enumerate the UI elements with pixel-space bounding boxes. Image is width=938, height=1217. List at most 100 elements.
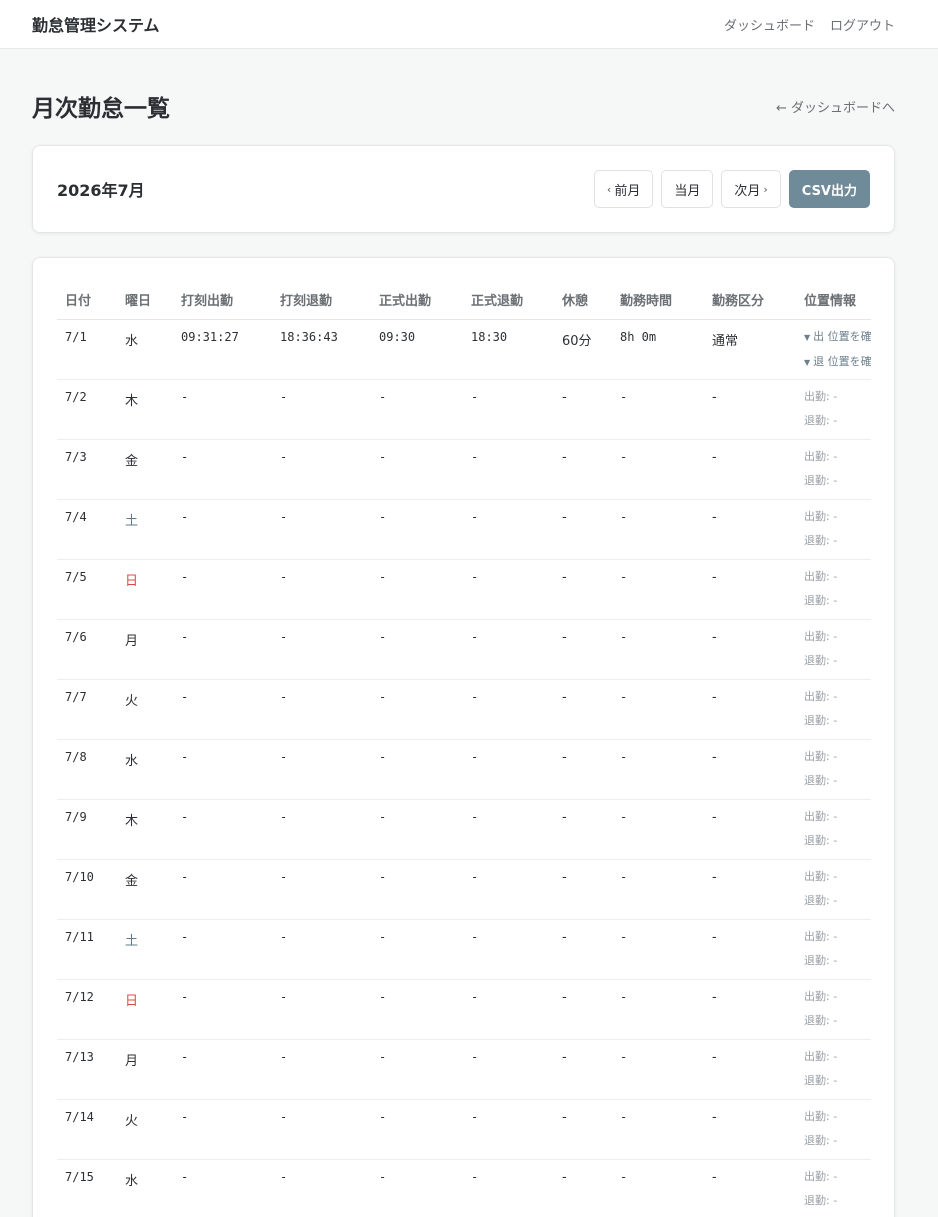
break-cell: - [554,559,612,620]
work-time-cell: 8h 0m [612,319,704,380]
csv-export-button[interactable]: CSV出力 [788,170,870,208]
category-cell: - [704,559,796,620]
official-out-cell: - [463,559,554,620]
official-in-cell: - [371,1159,463,1217]
official-in-cell: - [371,799,463,860]
official-in-cell: 09:30 [371,319,463,380]
break-cell: - [554,1039,612,1100]
location-label: 退勤: - [804,713,838,727]
location-label: 出勤: - [804,629,838,643]
category-cell: - [704,439,796,500]
location-cell: 出勤: - 退勤: - [796,499,871,560]
current-month-button[interactable]: 当月 [661,170,714,208]
weekday-cell: 金 [117,439,173,500]
work-time-cell: - [612,1099,704,1160]
official-in-cell: - [371,979,463,1040]
punch-out-cell: - [272,619,371,680]
table-row: 7/12 日 - - - - - - - 出勤: - 退勤: - [57,979,871,1040]
weekday-cell: 日 [117,979,173,1040]
official-in-cell: - [371,559,463,620]
location-cell: 出勤: - 退勤: - [796,919,871,980]
date-cell: 7/13 [57,1039,117,1100]
page-header: 月次勤怠一覧 ← ダッシュボードへ [0,49,938,145]
official-out-cell: - [463,979,554,1040]
date-cell: 7/9 [57,799,117,860]
location-in-toggle[interactable]: ▼ 出 位置を確 [804,325,871,350]
month-selector-card: 2026年7月 ‹ 前月 当月 次月 › CSV出力 [32,145,895,233]
location-label: 退勤: - [804,593,838,607]
punch-in-cell: - [173,859,272,920]
location-in-text: 出勤: - [804,1105,871,1129]
app-brand[interactable]: 勤怠管理システム [32,12,160,36]
prev-month-button[interactable]: ‹ 前月 [593,170,654,208]
location-in-text: 出勤: - [804,1045,871,1069]
location-in-text: 出勤: - [804,985,871,1009]
back-to-dashboard-link[interactable]: ← ダッシュボードへ [776,97,895,116]
official-out-cell: - [463,859,554,920]
work-time-cell: - [612,619,704,680]
break-cell: - [554,859,612,920]
punch-out-cell: - [272,679,371,740]
punch-in-cell: - [173,499,272,560]
location-label: 出勤: - [804,749,838,763]
location-cell: 出勤: - 退勤: - [796,1099,871,1160]
official-out-cell: - [463,1159,554,1217]
column-header-date: 日付 [57,280,117,320]
location-info: 出勤: - 退勤: - [804,505,871,553]
official-in-cell: - [371,1099,463,1160]
location-cell: 出勤: - 退勤: - [796,739,871,800]
break-cell: - [554,799,612,860]
break-cell: - [554,439,612,500]
top-nav: ダッシュボード ログアウト [724,15,895,34]
column-header-official-out: 正式退勤 [463,280,554,320]
table-row: 7/11 土 - - - - - - - 出勤: - 退勤: - [57,919,871,980]
punch-in-cell: - [173,559,272,620]
table-row: 7/15 水 - - - - - - - 出勤: - 退勤: - [57,1159,871,1217]
break-cell: - [554,379,612,440]
date-cell: 7/1 [57,319,117,380]
nav-dashboard-link[interactable]: ダッシュボード [724,15,815,34]
column-header-official-in: 正式出勤 [371,280,463,320]
date-cell: 7/2 [57,379,117,440]
table-row: 7/4 土 - - - - - - - 出勤: - 退勤: - [57,499,871,560]
date-cell: 7/15 [57,1159,117,1217]
location-info: 出勤: - 退勤: - [804,1165,871,1213]
location-out-toggle[interactable]: ▼ 退 位置を確 [804,350,871,375]
location-label: 出勤: - [804,809,838,823]
category-cell: - [704,1099,796,1160]
location-out-text: 退勤: - [804,1129,871,1153]
location-out-text: 退勤: - [804,589,871,613]
location-cell: 出勤: - 退勤: - [796,379,871,440]
location-in-text: 出勤: - [804,625,871,649]
punch-out-cell: - [272,1039,371,1100]
category-cell: 通常 [704,319,796,380]
category-cell: - [704,619,796,680]
location-info: 出勤: - 退勤: - [804,1045,871,1093]
location-label: 出勤: - [804,689,838,703]
work-time-cell: - [612,919,704,980]
date-cell: 7/6 [57,619,117,680]
official-in-cell: - [371,679,463,740]
punch-out-cell: 18:36:43 [272,319,371,380]
date-cell: 7/8 [57,739,117,800]
next-month-button[interactable]: 次月 › [721,170,781,208]
category-cell: - [704,739,796,800]
location-in-text: 出勤: - [804,865,871,889]
table-row: 7/1 水 09:31:27 18:36:43 09:30 18:30 60分 8h 0m 通常… [57,319,871,380]
location-label: 退勤: - [804,1193,838,1207]
page-title: 月次勤怠一覧 [32,96,170,122]
category-cell: - [704,799,796,860]
table-row: 7/13 月 - - - - - - - 出勤: - 退勤: - [57,1039,871,1100]
weekday-cell: 金 [117,859,173,920]
table-row: 7/5 日 - - - - - - - 出勤: - 退勤: - [57,559,871,620]
location-label: 退勤: - [804,1013,838,1027]
punch-out-cell: - [272,379,371,440]
location-out-text: 退勤: - [804,409,871,433]
location-in-text: 出勤: - [804,805,871,829]
location-info: 出勤: - 退勤: - [804,1105,871,1153]
break-cell: 60分 [554,319,612,380]
nav-logout-link[interactable]: ログアウト [830,15,895,34]
punch-out-cell: - [272,439,371,500]
location-info: 出勤: - 退勤: - [804,445,871,493]
table-header-row: 日付 曜日 打刻出勤 打刻退勤 正式出勤 正式退勤 休憩 勤務時間 勤務区分 位置情報 [57,280,871,320]
